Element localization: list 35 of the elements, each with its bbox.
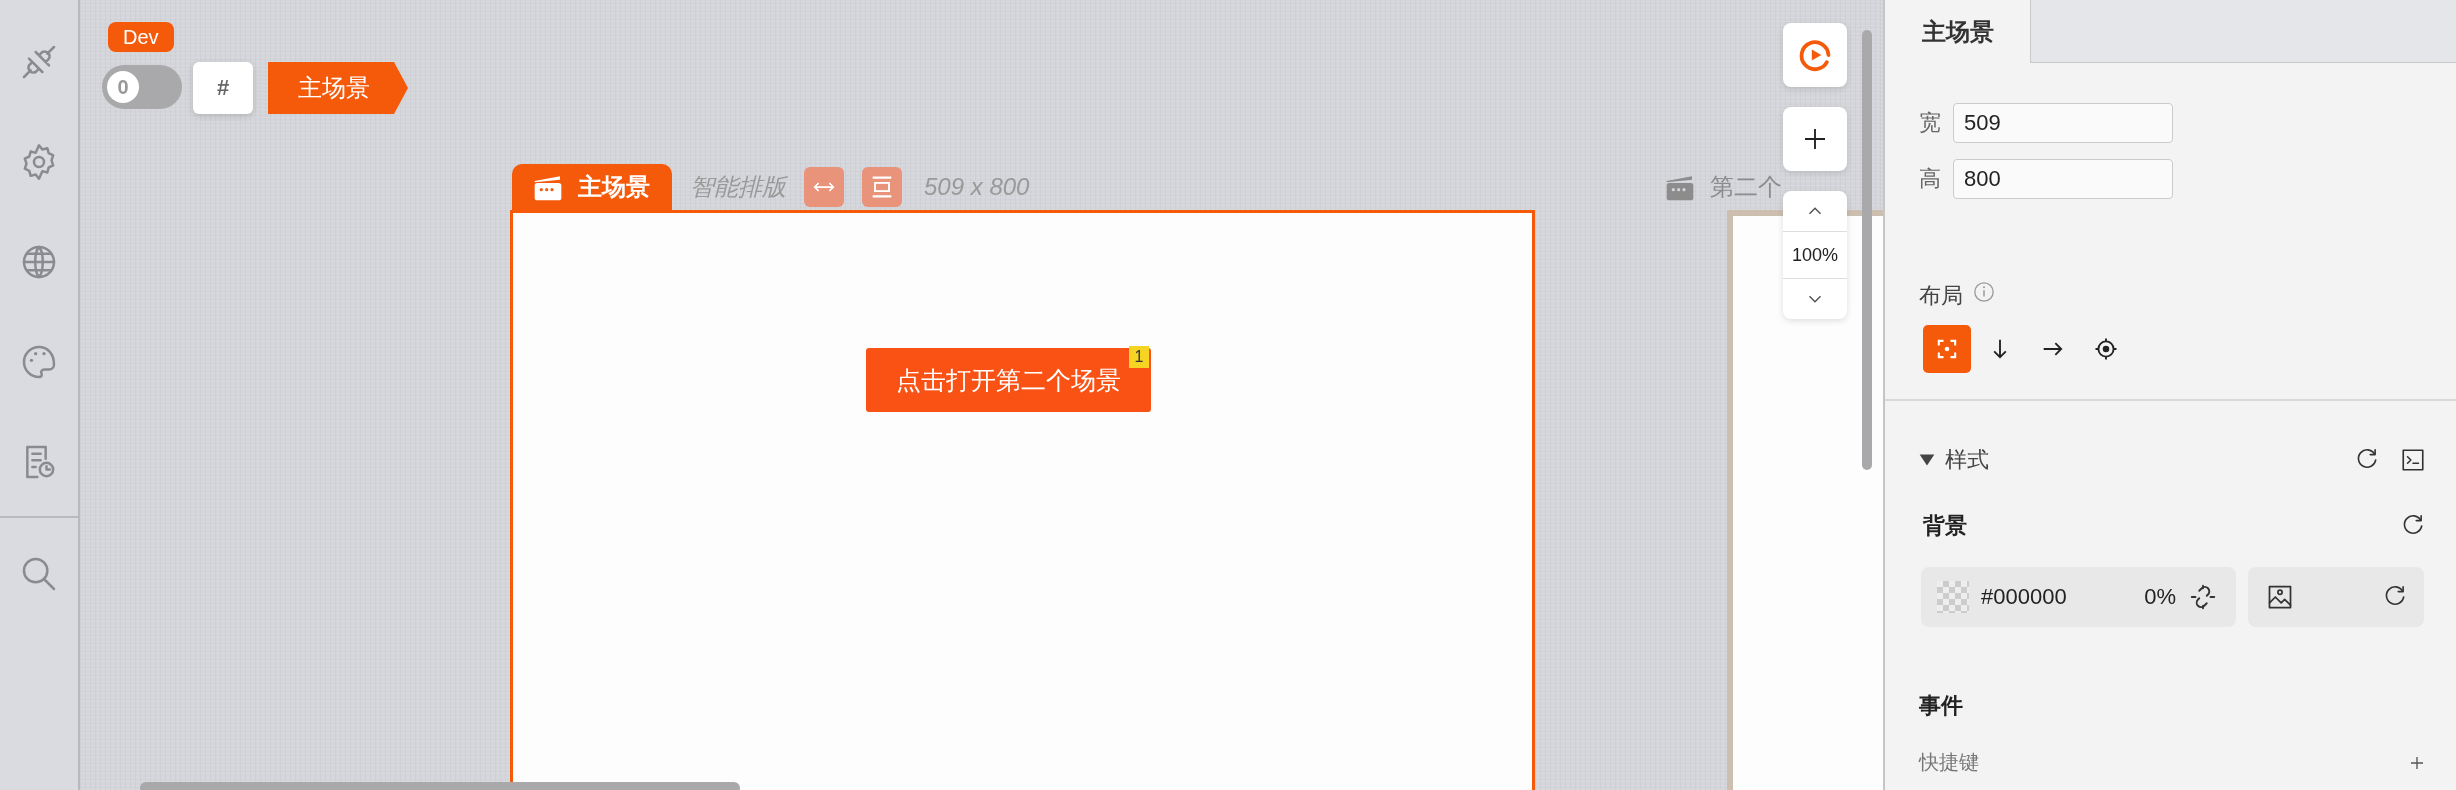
- layout-mode-label: 智能排版: [690, 172, 786, 202]
- play-button[interactable]: [1783, 23, 1847, 87]
- image-icon: [2266, 583, 2294, 611]
- fit-height-button[interactable]: [862, 167, 902, 207]
- shortcut-label: 快捷键: [1919, 750, 1980, 775]
- scene-button[interactable]: 点击打开第二个场景 1: [866, 348, 1151, 412]
- terminal-icon[interactable]: [2400, 447, 2426, 473]
- environment-badge: Dev: [108, 22, 174, 52]
- order-badge: 1: [1129, 346, 1149, 368]
- panel-tab[interactable]: 主场景: [1885, 0, 2031, 63]
- broken-link-icon[interactable]: [2188, 582, 2218, 612]
- field-label: 宽: [1919, 109, 1942, 137]
- scene-title: 主场景: [578, 172, 650, 202]
- color-value: #000000: [1981, 584, 2068, 610]
- fit-width-button[interactable]: [804, 167, 844, 207]
- opacity-value: 0%: [2144, 584, 2176, 610]
- scene-title: 第二个: [1710, 172, 1782, 202]
- scene-size: 509 x 800: [924, 172, 1030, 202]
- section-title: 事件: [1918, 692, 1964, 720]
- toggle-knob-label: 0: [107, 71, 139, 103]
- input-field[interactable]: 509: [1953, 103, 2173, 143]
- field-label: 高: [1919, 165, 1942, 193]
- triangle-icon[interactable]: [1919, 454, 1935, 466]
- section-label: 布局: [1919, 282, 1963, 310]
- background-title: 背景: [1923, 512, 1968, 540]
- color-field[interactable]: #000000 0%: [1921, 567, 2236, 627]
- input-field[interactable]: 800: [1953, 159, 2173, 199]
- hash-button[interactable]: #: [193, 62, 253, 114]
- vertical-scrollbar[interactable]: [1862, 30, 1872, 470]
- image-field[interactable]: [2248, 567, 2424, 627]
- add-button[interactable]: [1783, 107, 1847, 171]
- info-icon[interactable]: [1973, 281, 1995, 303]
- section-title: 样式: [1945, 446, 1990, 474]
- zoom-level: 100%: [1783, 231, 1847, 279]
- color-swatch[interactable]: [1937, 581, 1969, 613]
